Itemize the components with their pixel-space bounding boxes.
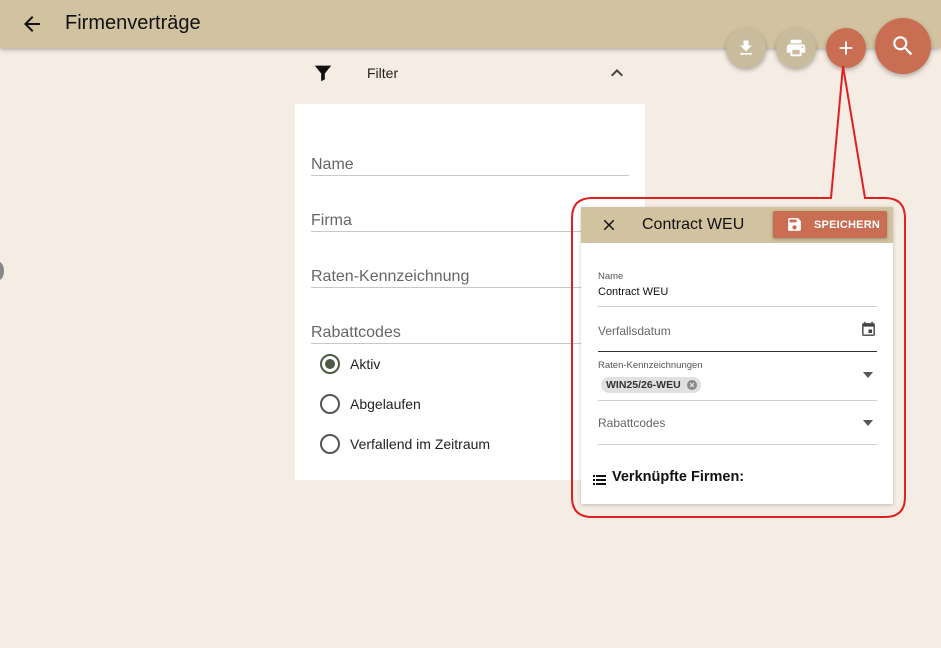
dialog-header: Contract WEU SPEICHERN: [581, 207, 893, 243]
status-radio-expiring[interactable]: Verfallend im Zeitraum: [320, 432, 490, 456]
expiry-date-placeholder: Verfallsdatum: [598, 324, 671, 338]
chevron-down-icon[interactable]: [863, 372, 873, 378]
chevron-up-icon[interactable]: [605, 61, 629, 85]
radio-unchecked-icon: [320, 394, 340, 414]
search-icon: [893, 36, 913, 56]
discount-codes-select[interactable]: Rabattcodes: [598, 401, 877, 445]
rate-codes-label: Raten-Kennzeichnungen: [598, 360, 703, 371]
filter-label: Filter: [367, 65, 399, 81]
print-button[interactable]: [776, 28, 816, 68]
status-label-active: Aktiv: [350, 356, 381, 372]
chevron-down-icon[interactable]: [863, 420, 873, 426]
status-radio-active[interactable]: Aktiv: [320, 352, 380, 376]
linked-companies-title: Verknüpfte Firmen:: [612, 469, 745, 485]
contract-name-field[interactable]: Name Contract WEU: [598, 269, 877, 307]
status-label-expiring: Verfallend im Zeitraum: [350, 436, 491, 452]
expiry-date-field[interactable]: Verfallsdatum: [598, 308, 877, 352]
download-button[interactable]: [726, 28, 766, 68]
chip-remove-icon[interactable]: [686, 379, 698, 391]
contract-dialog: Contract WEU SPEICHERN Name Contract WEU…: [581, 207, 893, 504]
print-icon: [786, 39, 806, 57]
rate-code-chip-label: WIN25/26-WEU: [606, 379, 681, 391]
list-icon: [593, 475, 606, 485]
name-field-value: Contract WEU: [598, 286, 669, 298]
name-field-label: Name: [598, 271, 624, 282]
add-button[interactable]: [826, 28, 866, 68]
filter-company-placeholder: Firma: [311, 212, 352, 229]
drawer-handle[interactable]: [0, 262, 4, 280]
filter-name-placeholder: Name: [311, 156, 354, 173]
download-icon: [740, 40, 752, 55]
save-label: SPEICHERN: [814, 219, 880, 231]
save-icon: [788, 218, 801, 231]
save-button[interactable]: SPEICHERN: [773, 211, 887, 238]
status-label-expired: Abgelaufen: [350, 396, 421, 412]
arrow-back-icon[interactable]: [20, 12, 44, 36]
radio-checked-icon: [320, 354, 340, 374]
page-title: Firmenverträge: [65, 12, 201, 34]
status-radio-expired[interactable]: Abgelaufen: [320, 392, 421, 416]
dialog-title: Contract WEU: [642, 216, 745, 233]
filter-icon: [314, 65, 332, 82]
rate-code-chip[interactable]: WIN25/26-WEU: [601, 377, 701, 393]
discount-codes-placeholder: Rabattcodes: [598, 416, 666, 430]
filter-name-input[interactable]: Name: [311, 120, 629, 176]
calendar-icon[interactable]: [860, 321, 877, 338]
filter-rate-code-placeholder: Raten-Kennzeichnung: [311, 268, 470, 285]
filter-discount-code-placeholder: Rabattcodes: [311, 324, 401, 341]
close-icon[interactable]: [600, 216, 618, 234]
search-button[interactable]: [875, 18, 931, 74]
add-icon: [839, 41, 853, 55]
radio-unchecked-icon: [320, 434, 340, 454]
filter-panel-header[interactable]: Filter: [295, 52, 645, 96]
rate-codes-select[interactable]: Raten-Kennzeichnungen WIN25/26-WEU: [598, 357, 877, 401]
